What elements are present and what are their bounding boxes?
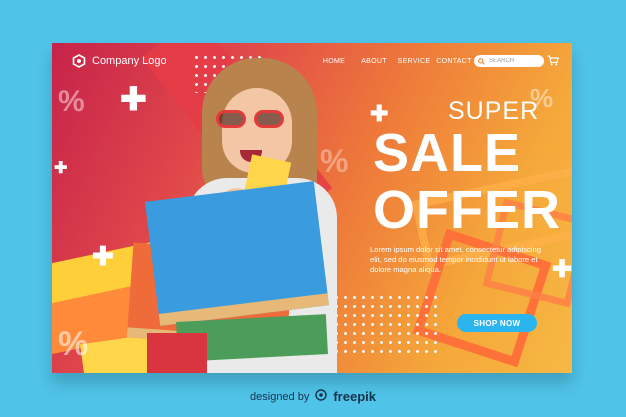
headline-offer: OFFER — [373, 180, 561, 240]
top-navigation: HOME ABOUT SERVICE CONTACT — [314, 58, 474, 65]
company-logo[interactable]: Company Logo — [72, 54, 167, 68]
shop-now-button[interactable]: SHOP NOW — [457, 314, 537, 332]
attribution-prefix: designed by — [250, 390, 310, 403]
nav-home[interactable]: HOME — [314, 58, 354, 65]
search-input[interactable] — [489, 58, 541, 64]
cross-icon: ✚ — [92, 241, 114, 271]
cross-icon: ✚ — [552, 256, 572, 283]
nav-about[interactable]: ABOUT — [354, 58, 394, 65]
cross-icon: ✚ — [120, 81, 147, 117]
attribution-brand[interactable]: freepik — [333, 389, 376, 404]
sunglasses-icon — [216, 110, 296, 128]
shopping-bag-blue — [145, 181, 329, 326]
attribution: designed by freepik — [0, 389, 626, 404]
percent-icon: % — [58, 85, 85, 118]
search-box — [474, 55, 544, 67]
freepik-logo-icon — [315, 389, 328, 404]
percent-icon: % — [58, 325, 89, 363]
cross-icon: ✚ — [370, 101, 389, 126]
cart-icon[interactable] — [546, 53, 560, 67]
nav-contact[interactable]: CONTACT — [434, 58, 474, 65]
hero-description: Lorem ipsum dolor sit amet, consectetur … — [370, 245, 541, 274]
headline-sale: SALE — [373, 123, 522, 183]
logo-text: Company Logo — [92, 55, 167, 67]
cross-icon: ✚ — [54, 160, 68, 177]
landing-page-card: % % % % ✚ ✚ ✚ ✚ ✚ Company Logo HOME ABOU… — [52, 43, 572, 373]
search-icon[interactable] — [478, 52, 485, 70]
shopping-bag-red — [147, 333, 207, 373]
hexagon-logo-icon — [72, 54, 86, 68]
headline-super: SUPER — [448, 97, 540, 125]
nav-service[interactable]: SERVICE — [394, 58, 434, 65]
